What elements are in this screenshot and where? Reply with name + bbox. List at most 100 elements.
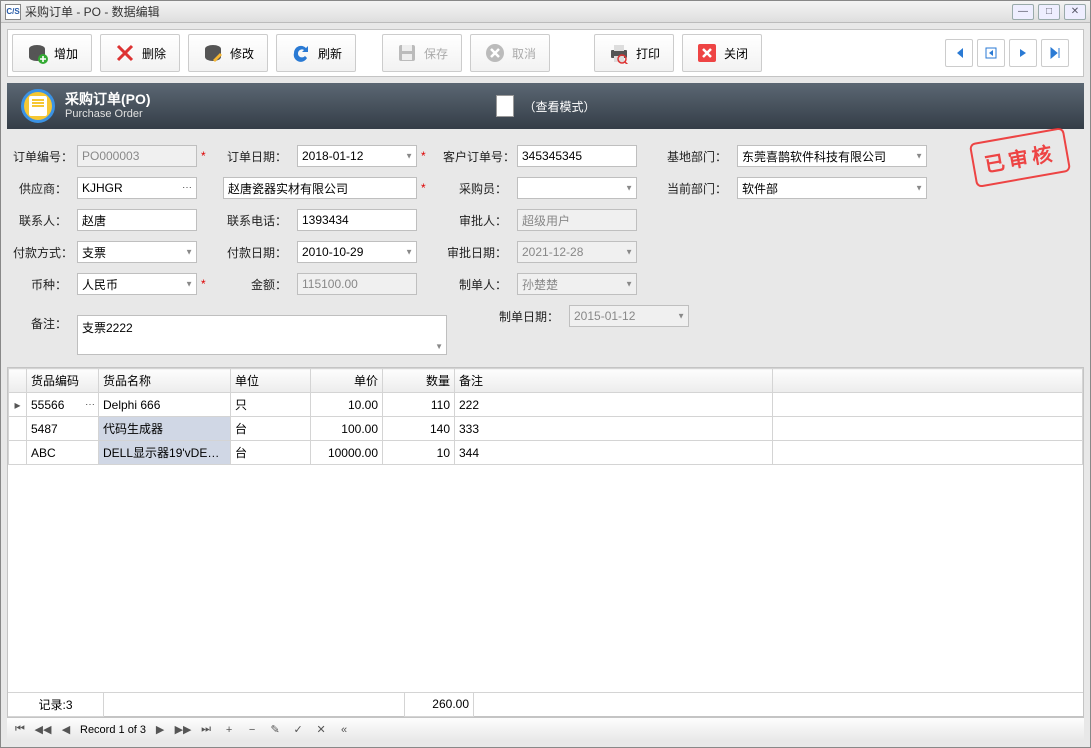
nav-record-text: Record 1 of 3 — [80, 724, 146, 736]
refresh-icon — [290, 42, 312, 64]
field-supplier-code[interactable]: KJHGR⋯ — [77, 177, 197, 199]
close-tool-button[interactable]: 关闭 — [682, 34, 762, 72]
col-remark[interactable]: 备注 — [455, 369, 773, 393]
nav-last-button[interactable] — [1041, 39, 1069, 67]
cell-name[interactable]: Delphi 666 — [99, 393, 231, 417]
cell-unit[interactable]: 只 — [231, 393, 311, 417]
window: C/S 采购订单 - PO - 数据编辑 — □ ✕ 增加 删除 修改 刷新 保… — [0, 0, 1091, 748]
minimize-button[interactable]: — — [1012, 4, 1034, 20]
ellipsis-icon[interactable]: ⋯ — [182, 183, 193, 194]
nav-prev-page-icon[interactable]: ◀◀ — [34, 722, 52, 738]
nav-first-button[interactable] — [945, 39, 973, 67]
nav-prev-button[interactable] — [977, 39, 1005, 67]
add-button[interactable]: 增加 — [12, 34, 92, 72]
field-currency[interactable]: 人民币▼ — [77, 273, 197, 295]
delete-button[interactable]: 删除 — [100, 34, 180, 72]
grid-footer: 记录:3 260.00 — [8, 692, 1083, 716]
col-unit[interactable]: 单位 — [231, 369, 311, 393]
field-cust-po[interactable]: 345345345 — [517, 145, 637, 167]
label-base-dept: 基地部门： — [663, 148, 733, 165]
col-qty[interactable]: 数量 — [383, 369, 455, 393]
edit-button[interactable]: 修改 — [188, 34, 268, 72]
field-phone[interactable]: 1393434 — [297, 209, 417, 231]
nav-last-icon[interactable]: ⏭ — [197, 722, 215, 738]
col-code[interactable]: 货品编码 — [27, 369, 99, 393]
nav-next-page-icon[interactable]: ▶▶ — [174, 722, 192, 738]
table-header: 货品编码 货品名称 单位 单价 数量 备注 — [9, 369, 1083, 393]
save-label: 保存 — [424, 45, 448, 62]
cell-name[interactable]: 代码生成器 — [99, 417, 231, 441]
field-pay-method[interactable]: 支票▼ — [77, 241, 197, 263]
chevron-down-icon: ▼ — [625, 184, 633, 193]
print-button[interactable]: 打印 — [594, 34, 674, 72]
chevron-down-icon: ▼ — [915, 152, 923, 161]
refresh-label: 刷新 — [318, 45, 342, 62]
nav-first-icon[interactable]: ⏮ — [11, 722, 29, 738]
close-button[interactable]: ✕ — [1064, 4, 1086, 20]
field-amount: 115100.00 — [297, 273, 417, 295]
label-create-date: 制单日期： — [495, 308, 565, 325]
detail-table[interactable]: 货品编码 货品名称 单位 单价 数量 备注 ▸55566Delphi 666只1… — [8, 368, 1083, 465]
maximize-button[interactable]: □ — [1038, 4, 1060, 20]
nav-next-icon[interactable]: ▶ — [151, 722, 169, 738]
cancel-label: 取消 — [512, 45, 536, 62]
chevron-down-icon: ▼ — [435, 342, 443, 351]
field-curr-dept[interactable]: 软件部▼ — [737, 177, 927, 199]
nav-next-button[interactable] — [1009, 39, 1037, 67]
table-row[interactable]: ▸55566Delphi 666只10.00110222 — [9, 393, 1083, 417]
nav-add-icon[interactable]: + — [220, 722, 238, 738]
delete-label: 删除 — [142, 45, 166, 62]
view-mode-indicator: （查看模式） — [495, 95, 595, 117]
cell-code[interactable]: 55566 — [27, 393, 99, 417]
row-indicator — [9, 417, 27, 441]
field-po-date[interactable]: 2018-01-12▼ — [297, 145, 417, 167]
form-area: 已审核 订单编号： PO000003 * 订单日期： 2018-01-12▼ *… — [7, 135, 1084, 361]
cell-unit[interactable]: 台 — [231, 417, 311, 441]
cell-qty[interactable]: 110 — [383, 393, 455, 417]
cell-qty[interactable]: 10 — [383, 441, 455, 465]
field-create-date: 2015-01-12▼ — [569, 305, 689, 327]
field-approver: 超级用户 — [517, 209, 637, 231]
cell-remark[interactable]: 344 — [455, 441, 773, 465]
label-po-no: 订单编号： — [13, 148, 73, 165]
table-row[interactable]: ABCDELL显示器19'vDELL显台10000.0010344 — [9, 441, 1083, 465]
nav-cancel-icon[interactable]: ✕ — [312, 722, 330, 738]
field-creator: 孙楚楚▼ — [517, 273, 637, 295]
print-icon — [608, 42, 630, 64]
field-remark[interactable]: 支票2222▼ — [77, 315, 447, 355]
chevron-down-icon: ▼ — [915, 184, 923, 193]
label-currency: 币种： — [13, 276, 73, 293]
header-band: 采购订单(PO) Purchase Order （查看模式） — [7, 83, 1084, 129]
col-name[interactable]: 货品名称 — [99, 369, 231, 393]
table-row[interactable]: 5487代码生成器台100.00140333 — [9, 417, 1083, 441]
chevron-down-icon: ▼ — [625, 280, 633, 289]
cell-code[interactable]: ABC — [27, 441, 99, 465]
label-phone: 联系电话： — [223, 212, 293, 229]
cell-price[interactable]: 100.00 — [311, 417, 383, 441]
table-body[interactable]: ▸55566Delphi 666只10.001102225487代码生成器台10… — [9, 393, 1083, 465]
nav-edit-icon[interactable]: ✎ — [266, 722, 284, 738]
label-creator: 制单人： — [443, 276, 513, 293]
nav-delete-icon[interactable]: − — [243, 722, 261, 738]
field-base-dept[interactable]: 东莞喜鹊软件科技有限公司▼ — [737, 145, 927, 167]
field-pay-date[interactable]: 2010-10-29▼ — [297, 241, 417, 263]
refresh-button[interactable]: 刷新 — [276, 34, 356, 72]
cell-remark[interactable]: 222 — [455, 393, 773, 417]
nav-prev-icon[interactable]: ◀ — [57, 722, 75, 738]
cell-price[interactable]: 10000.00 — [311, 441, 383, 465]
col-price[interactable]: 单价 — [311, 369, 383, 393]
cell-remark[interactable]: 333 — [455, 417, 773, 441]
nav-post-icon[interactable]: ✓ — [289, 722, 307, 738]
cell-qty[interactable]: 140 — [383, 417, 455, 441]
field-buyer[interactable]: ▼ — [517, 177, 637, 199]
cell-unit[interactable]: 台 — [231, 441, 311, 465]
field-contact[interactable]: 赵唐 — [77, 209, 197, 231]
label-cust-po: 客户订单号： — [443, 148, 513, 165]
record-nav — [945, 39, 1079, 67]
nav-chevron-icon[interactable]: « — [335, 722, 353, 738]
po-icon — [21, 89, 55, 123]
cell-price[interactable]: 10.00 — [311, 393, 383, 417]
cell-name[interactable]: DELL显示器19'vDELL显 — [99, 441, 231, 465]
field-supplier-name[interactable]: 赵唐瓷器实材有限公司 — [223, 177, 417, 199]
cell-code[interactable]: 5487 — [27, 417, 99, 441]
